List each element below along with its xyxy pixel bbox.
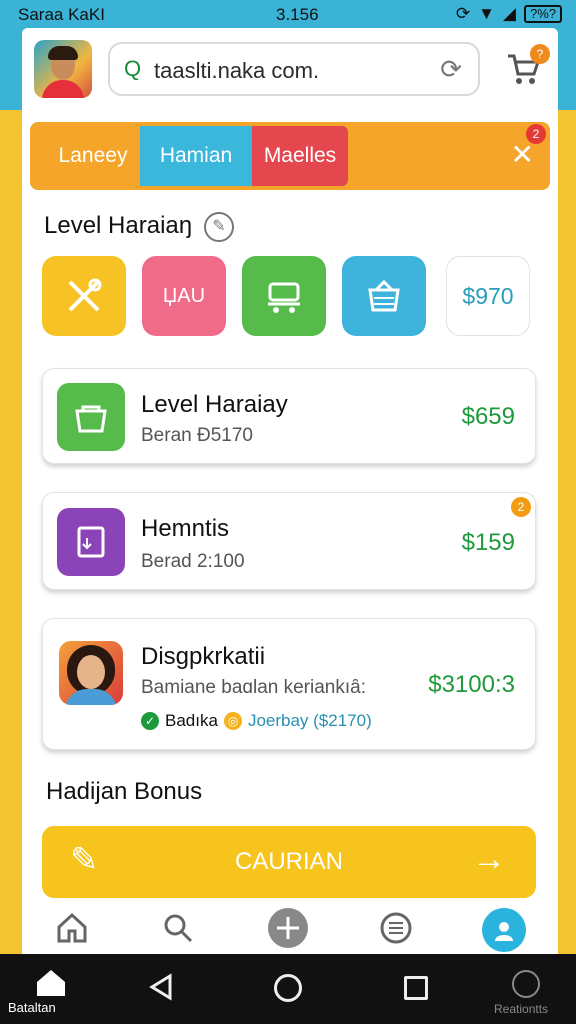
status-icons: ⟳ ▼ ◢ ?%?	[456, 4, 562, 24]
tab-laneey[interactable]: Laneey	[38, 126, 148, 186]
home-circle-button[interactable]	[274, 974, 302, 1002]
tag-label: Joerbay ($2170)	[247, 711, 372, 730]
main-card: Q taaslti.naka com. ⟳ ? Laneey Hamian Ma…	[22, 28, 558, 954]
right-label: Reationtts	[494, 1002, 549, 1016]
profile-icon[interactable]	[482, 908, 526, 952]
edit-icon[interactable]: ✎	[204, 212, 234, 242]
search-input[interactable]: taaslti.naka com.	[154, 58, 319, 84]
close-icon[interactable]: ✕	[511, 138, 534, 171]
wifi-icon: ▼	[478, 4, 495, 23]
user-photo	[59, 641, 123, 705]
coin-icon: ◎	[223, 712, 242, 730]
home-button[interactable]	[28, 968, 74, 1003]
tag-label: Badıka	[165, 711, 218, 730]
app-header: Q taaslti.naka com. ⟳ ?	[22, 28, 558, 108]
arrow-right-icon: →	[472, 840, 506, 878]
tabs-badge: 2	[526, 124, 546, 144]
carrier-label: Saraa KaKI	[18, 5, 105, 24]
row-price: $3100:3	[428, 671, 515, 698]
power-icon[interactable]	[512, 970, 540, 998]
search-bar[interactable]: Q taaslti.naka com. ⟳	[108, 42, 480, 96]
tile-basket[interactable]	[342, 256, 426, 336]
sticker-icon: ЏAU	[162, 284, 206, 307]
back-button[interactable]	[146, 972, 176, 1007]
tab-bar: Laneey Hamian Maelles ✕ 2	[30, 122, 550, 190]
basket-icon	[368, 279, 400, 312]
row-subtitle: Beran Ð5170	[141, 425, 253, 446]
row-title: Level Haraiay	[141, 391, 288, 418]
tab-maelles[interactable]: Maelles	[252, 126, 348, 186]
battery-icon: ?%?	[523, 5, 562, 23]
row-subtitle: Berad 2:100	[141, 551, 245, 572]
basket-icon	[57, 383, 125, 451]
bonus-title: Hadijan Bonus	[46, 778, 203, 805]
bottom-nav	[22, 900, 558, 954]
search-icon: Q	[124, 56, 142, 81]
cta-label: CAURIAN	[234, 848, 343, 875]
tile-tools[interactable]	[42, 256, 126, 336]
tile-sticker[interactable]: ЏAU	[142, 256, 226, 336]
row-title: Disgpkrkatii	[141, 643, 266, 670]
document-icon	[57, 508, 125, 576]
list-item[interactable]: Hemntis Berad 2:100 $159 2	[42, 492, 536, 590]
cart-badge: ?	[530, 44, 550, 64]
system-nav-bar: Bataltan Reationtts	[0, 954, 576, 1024]
row-price: $659	[461, 403, 515, 430]
grid-icon[interactable]	[268, 908, 308, 948]
row-title: Hemntis	[141, 515, 230, 542]
row-price: $159	[461, 529, 515, 556]
cart-icon	[268, 282, 300, 313]
tools-icon	[68, 278, 102, 312]
tile-cart[interactable]	[242, 256, 326, 336]
home-icon[interactable]	[52, 908, 92, 948]
tab-hamian[interactable]: Hamian	[140, 126, 252, 186]
list-icon[interactable]	[376, 908, 416, 948]
row-tags: ✓ Badıka ◎ Joerbay ($2170)	[141, 711, 372, 731]
signal-icon: ◢	[502, 4, 516, 23]
list-item[interactable]: Level Haraiay Beran Ð5170 $659	[42, 368, 536, 464]
sync-icon: ⟳	[455, 4, 471, 23]
recents-button[interactable]	[404, 976, 428, 1000]
row-subtitle: Bamiane baɑlan keriankıȃ:	[141, 677, 366, 698]
home-label: Bataltan	[8, 1000, 56, 1015]
check-icon: ✓	[141, 712, 159, 730]
list-item[interactable]: Disgpkrkatii Bamiane baɑlan keriankıȃ: $…	[42, 618, 536, 750]
row-badge: 2	[511, 497, 531, 517]
reload-icon[interactable]: ⟳	[440, 54, 462, 85]
tile-price[interactable]: $970	[446, 256, 530, 336]
clock: 3.156	[276, 5, 319, 24]
status-bar: Saraa KaKI 3.156 ⟳ ▼ ◢ ?%?	[0, 0, 576, 30]
section-title: Level Haraiaŋ	[44, 212, 193, 239]
cta-button[interactable]: ✎ CAURIAN →	[42, 826, 536, 898]
avatar[interactable]	[34, 40, 92, 98]
search-nav-icon[interactable]	[158, 908, 198, 948]
